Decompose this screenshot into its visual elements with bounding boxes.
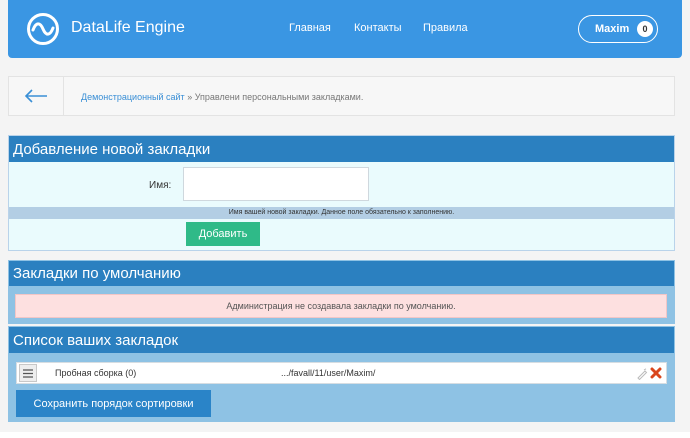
default-bookmarks-notice: Администрация не создавала закладки по у… <box>15 294 667 318</box>
default-bookmarks-title: Закладки по умолчанию <box>9 261 674 286</box>
brand-name[interactable]: DataLife Engine <box>71 19 185 37</box>
user-name: Maxim <box>595 23 630 35</box>
breadcrumb-home-link[interactable]: Демонстрационный сайт <box>81 92 185 102</box>
list-item[interactable]: Пробная сборка (0) .../favall/11/user/Ma… <box>16 362 667 384</box>
nav-contacts[interactable]: Контакты <box>354 22 402 34</box>
back-arrow-icon <box>24 89 47 103</box>
logo-icon[interactable] <box>26 12 60 46</box>
user-menu-button[interactable]: Maxim 0 <box>578 15 658 43</box>
bookmark-url[interactable]: .../favall/11/user/Maxim/ <box>281 368 375 378</box>
name-hint: Имя вашей новой закладки. Данное поле об… <box>9 207 674 219</box>
add-bookmark-title: Добавление новой закладки <box>9 136 674 162</box>
site-header: DataLife Engine Главная Контакты Правила… <box>8 0 682 58</box>
nav-rules[interactable]: Правила <box>423 22 468 34</box>
name-label: Имя: <box>149 180 172 191</box>
breadcrumb: Демонстрационный сайт » Управлени персон… <box>8 76 675 116</box>
breadcrumb-trail: Демонстрационный сайт » Управлени персон… <box>81 92 363 102</box>
add-button[interactable]: Добавить <box>186 222 260 246</box>
default-bookmarks-panel: Закладки по умолчанию Администрация не с… <box>8 260 675 324</box>
bookmark-list-panel: Список ваших закладок Пробная сборка (0)… <box>8 326 675 422</box>
bookmark-name-input[interactable] <box>183 167 369 201</box>
drag-handle-icon[interactable] <box>19 364 37 382</box>
bookmark-list-title: Список ваших закладок <box>9 327 674 353</box>
delete-icon[interactable] <box>650 367 662 379</box>
add-bookmark-panel: Добавление новой закладки Имя: Имя вашей… <box>8 135 675 251</box>
page-footer-edge <box>0 432 690 438</box>
back-button[interactable] <box>9 77 64 115</box>
save-order-button[interactable]: Сохранить порядок сортировки <box>16 390 211 417</box>
nav-home[interactable]: Главная <box>289 22 331 34</box>
breadcrumb-separator: » <box>184 92 195 102</box>
edit-icon[interactable] <box>636 368 648 380</box>
breadcrumb-current: Управлени персональными закладками. <box>194 92 364 102</box>
bookmark-name[interactable]: Пробная сборка (0) <box>55 368 136 378</box>
user-count-badge: 0 <box>637 21 653 37</box>
